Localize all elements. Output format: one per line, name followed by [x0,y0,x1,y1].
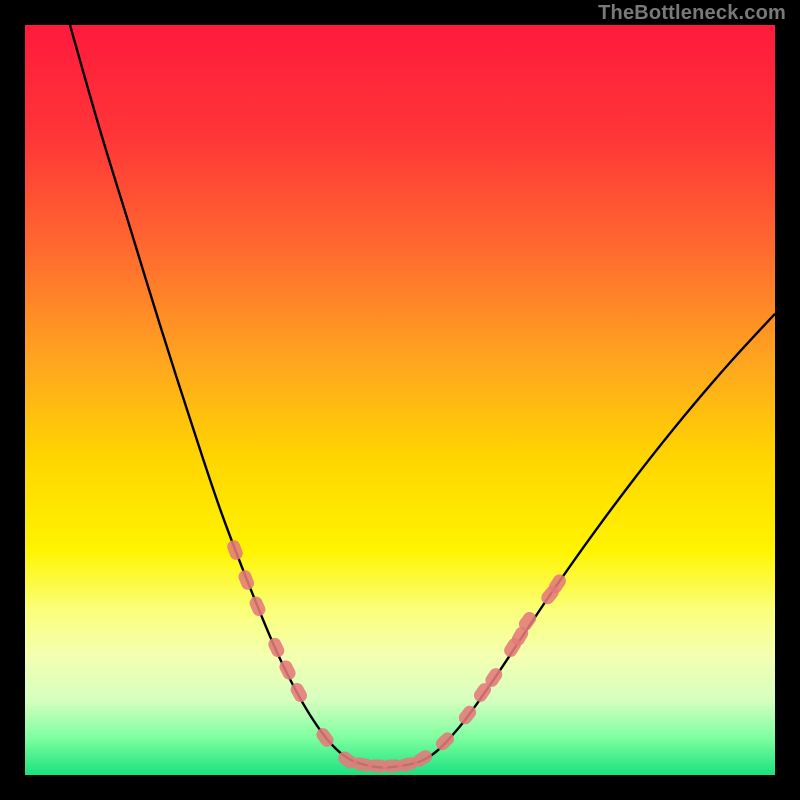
chart-frame: TheBottleneck.com [0,0,800,800]
plot-area [25,25,775,775]
highlight-dot [266,636,286,660]
watermark-text: TheBottleneck.com [598,2,786,25]
highlight-dots-group [225,538,568,773]
highlight-dot [247,595,267,619]
curve-layer [25,25,775,775]
highlight-dot [225,538,244,561]
bottleneck-curve [70,25,775,768]
highlight-dot [237,568,256,591]
